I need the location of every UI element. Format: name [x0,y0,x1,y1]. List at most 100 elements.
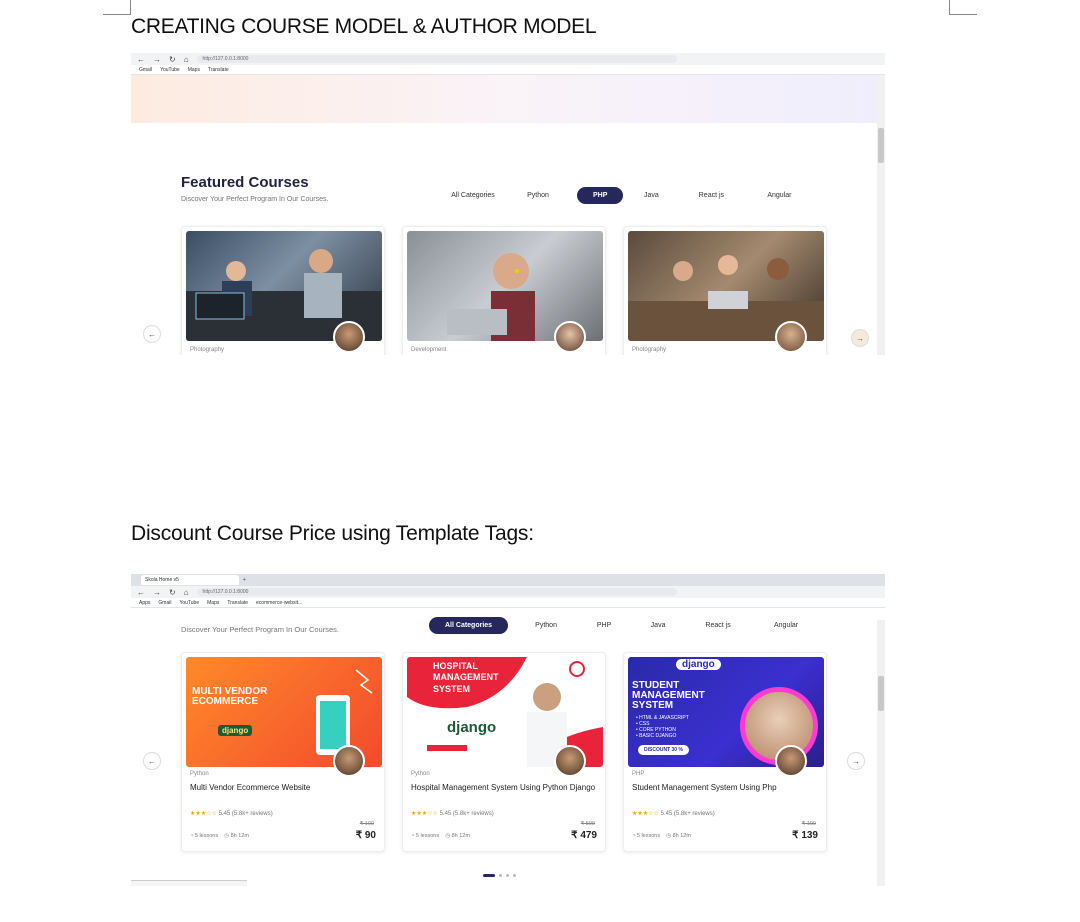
carousel-next-button[interactable]: → [851,329,869,347]
scrollbar-thumb[interactable] [878,676,884,711]
address-bar[interactable]: http://127.0.0.1:8000 [196,55,677,63]
address-bar[interactable]: http://127.0.0.1:8000 [196,588,677,596]
course-title[interactable]: Student Management System Using Php [632,782,820,794]
course-card[interactable]: Photography [181,226,385,355]
bookmark-maps[interactable]: Maps [207,600,219,606]
section-heading-discount: Discount Course Price using Template Tag… [131,522,534,545]
back-icon[interactable]: ← [137,588,145,597]
bookmark-translate[interactable]: Translate [227,600,248,606]
section-heading-course-model: CREATING COURSE MODEL & AUTHOR MODEL [131,15,597,38]
bookmarks-bar: Gmail YouTube Maps Translate [131,65,885,75]
rating-text: 5.45 (5.8k+ reviews) [439,811,494,817]
banner-line: SYSTEM [632,700,674,711]
forward-icon[interactable]: → [153,588,161,597]
discounted-price: ₹ 479 [571,830,597,841]
banner-line: HOSPITAL [433,661,478,671]
carousel-prev-button[interactable]: ← [143,325,161,343]
browser-tab[interactable]: Skola Home v5 [141,575,239,585]
category-all[interactable]: All Categories [439,187,507,204]
pagination-dot-active[interactable] [483,874,495,877]
home-icon[interactable]: ⌂ [184,588,189,597]
category-all-active[interactable]: All Categories [429,617,509,634]
course-title[interactable]: Multi Vendor Ecommerce Website [190,782,378,794]
forward-icon[interactable]: → [153,55,161,64]
bookmark-translate[interactable]: Translate [208,67,229,73]
screenshot-discount-prices: Skola Home v5 + ← → ↻ ⌂ http://127.0.0.1… [131,574,885,886]
author-avatar [554,321,586,353]
category-java[interactable]: Java [631,187,671,204]
course-duration: 8h 12m [451,833,470,839]
bookmark-ecommerce[interactable]: ecommerce-websit... [256,600,302,606]
new-tab-icon[interactable]: + [243,577,246,583]
category-filter: All Categories Python PHP Java React js … [429,617,814,634]
course-meta: ◔ 5 lessons ◷ 8h 12m [411,833,470,839]
course-card[interactable]: HOSPITAL MANAGEMENT SYSTEM django Python… [402,652,606,852]
category-php[interactable]: PHP [570,617,638,634]
bookmark-maps[interactable]: Maps [188,67,200,73]
home-icon[interactable]: ⌂ [184,55,189,64]
discounted-price: ₹ 139 [792,830,818,841]
course-rating: ★★★☆☆ 5.45 (5.8k+ reviews) [411,811,494,817]
lessons-count: 5 lessons [415,833,440,839]
bookmark-apps[interactable]: Apps [139,600,150,606]
lessons-icon: ◔ [632,833,636,839]
banner-line: MANAGEMENT [433,672,499,683]
bookmark-gmail[interactable]: Gmail [158,600,171,606]
scrollbar-thumb[interactable] [878,128,884,163]
pagination-dot[interactable] [499,874,502,877]
django-logo: django [676,659,721,670]
category-angular[interactable]: Angular [758,617,814,634]
category-python[interactable]: Python [507,187,569,204]
lessons-count: 5 lessons [636,833,661,839]
carousel-pagination [483,874,516,877]
course-title[interactable]: Hospital Management System Using Python … [411,782,599,794]
course-card[interactable]: Development [402,226,606,355]
featured-courses-subtitle: Discover Your Perfect Program In Our Cou… [181,625,339,634]
course-category: Python [411,771,430,777]
django-logo: django [447,719,497,736]
banner-line: ECOMMERCE [192,696,259,707]
original-price: ₹ 100 [359,821,374,827]
course-card[interactable]: MULTI VENDOR ECOMMERCE django Python Mul… [181,652,385,852]
category-java[interactable]: Java [638,617,678,634]
course-card[interactable]: django STUDENT MANAGEMENT SYSTEM • HTML … [623,652,827,852]
course-duration: 8h 12m [672,833,691,839]
bookmark-youtube[interactable]: YouTube [179,600,199,606]
course-category: PHP [632,771,645,777]
banner-line: SYSTEM [433,683,471,694]
page-scrollbar[interactable] [877,75,885,355]
original-price: ₹ 199 [801,821,816,827]
crop-mark-top-left [103,0,131,15]
author-avatar [333,745,365,777]
pagination-dot[interactable] [506,874,509,877]
category-react[interactable]: React js [678,617,758,634]
clock-icon: ◷ [666,833,672,839]
featured-courses-title: Featured Courses [181,174,309,191]
screenshot-featured-courses: ← → ↻ ⌂ http://127.0.0.1:8000 Gmail YouT… [131,53,885,355]
banner-topic: BASIC DJANGO [639,733,677,739]
browser-tabstrip: Skola Home v5 + [131,574,885,586]
carousel-prev-button[interactable]: ← [143,752,161,770]
course-rating: ★★★☆☆ 5.45 (5.8k+ reviews) [190,811,273,817]
reload-icon[interactable]: ↻ [169,55,176,64]
back-icon[interactable]: ← [137,55,145,64]
page-scrollbar[interactable] [877,620,885,886]
discount-badge: DISCOUNT 30 % [638,745,689,755]
course-card[interactable]: Photography [623,226,827,355]
banner-topic-list: • HTML & JAVASCRIPT • CSS • CORE PYTHON … [636,715,689,739]
bookmark-youtube[interactable]: YouTube [160,67,180,73]
course-category: Photography [190,347,225,353]
category-python[interactable]: Python [522,617,570,634]
reload-icon[interactable]: ↻ [169,588,176,597]
course-meta: ◔ 5 lessons ◷ 8h 12m [632,833,691,839]
featured-courses-subtitle: Discover Your Perfect Program In Our Cou… [181,196,329,203]
crop-mark-top-right [949,0,977,15]
category-php-active[interactable]: PHP [577,187,624,204]
category-angular[interactable]: Angular [751,187,807,204]
pagination-dot[interactable] [513,874,516,877]
bookmark-gmail[interactable]: Gmail [139,67,152,73]
author-avatar [775,745,807,777]
banner-heading: STUDENT MANAGEMENT SYSTEM [632,681,705,711]
category-react[interactable]: React js [671,187,751,204]
carousel-next-button[interactable]: → [847,752,865,770]
